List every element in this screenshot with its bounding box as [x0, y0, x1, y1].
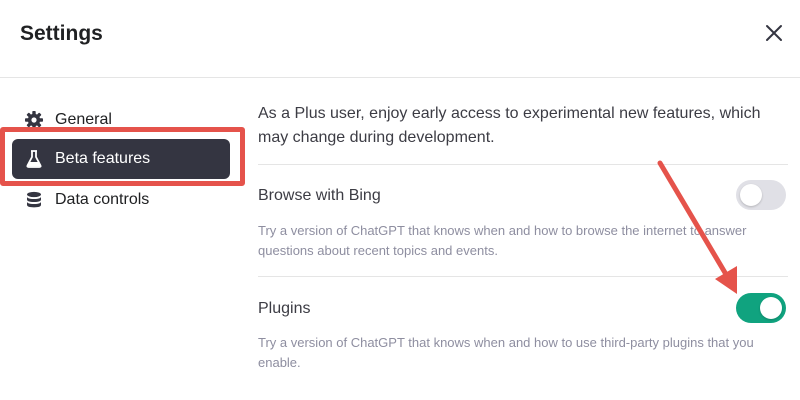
sidebar-item-data-controls[interactable]: Data controls	[12, 180, 230, 220]
feature-description-browse-with-bing: Try a version of ChatGPT that knows when…	[258, 223, 747, 258]
settings-sidebar: General Beta features Data controls	[0, 78, 240, 400]
sidebar-item-general[interactable]: General	[12, 100, 230, 140]
close-button[interactable]	[762, 21, 786, 45]
dialog-header: Settings	[0, 0, 800, 78]
sidebar-item-beta-features[interactable]: Beta features	[12, 139, 230, 179]
browse-with-bing-toggle[interactable]	[736, 180, 786, 210]
feature-title-browse-with-bing: Browse with Bing	[258, 187, 381, 204]
intro-text: As a Plus user, enjoy early access to ex…	[258, 105, 761, 146]
divider	[258, 276, 788, 277]
sidebar-item-label: General	[55, 111, 112, 128]
dialog-title: Settings	[20, 22, 103, 45]
close-icon	[766, 25, 782, 41]
gear-icon	[25, 111, 43, 129]
database-icon	[27, 191, 41, 208]
toggle-knob	[760, 297, 782, 319]
toggle-knob	[740, 184, 762, 206]
settings-dialog: Settings General Beta features Data cont…	[0, 0, 800, 400]
feature-title-plugins: Plugins	[258, 300, 311, 317]
flask-icon	[26, 150, 42, 168]
plugins-toggle[interactable]	[736, 293, 786, 323]
sidebar-item-label: Beta features	[55, 150, 151, 167]
beta-features-panel: As a Plus user, enjoy early access to ex…	[258, 78, 788, 400]
sidebar-item-label: Data controls	[55, 191, 150, 208]
feature-description-plugins: Try a version of ChatGPT that knows when…	[258, 335, 754, 370]
divider	[258, 164, 788, 165]
